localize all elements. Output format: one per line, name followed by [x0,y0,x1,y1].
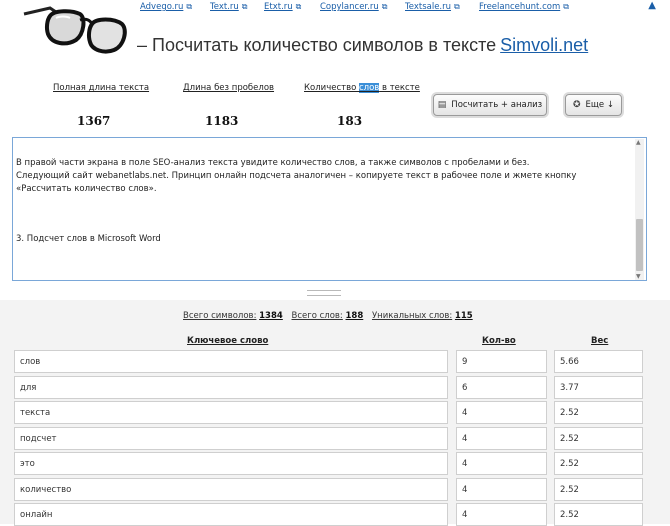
total-words-value: 188 [345,311,364,321]
table-row: это 4 2.52 [0,452,670,475]
count-cell: 4 [456,401,547,424]
keyword-cell: это [14,452,448,475]
table-row: для 6 3.77 [0,376,670,399]
weight-cell: 3.77 [554,376,643,399]
table-row: текста 4 2.52 [0,401,670,424]
count-analyze-button[interactable]: ▤ Посчитать + анализ [433,94,547,116]
stat-total-length-label[interactable]: Полная длина текста [53,83,149,93]
scrollbar-thumb[interactable] [636,219,643,271]
list-icon: ▤ [437,100,447,110]
keyword-cell: для [14,376,448,399]
table-row: количество 4 2.52 [0,478,670,501]
stat-word-count-value: 183 [337,114,363,128]
keyword-cell: слов [14,350,448,373]
header-count[interactable]: Кол-во [482,336,516,346]
link-copylancer[interactable]: Copylancer.ru ⧉ [320,2,387,12]
count-cell: 4 [456,427,547,450]
table-row: онлайн 4 2.52 [0,503,670,526]
editor-line: 3. Подсчет слов в Microsoft Word [16,234,161,245]
summary-line: Всего символов: 1384 Всего слов: 188 Уни… [183,311,473,321]
scroll-up-icon[interactable]: ▲ [636,139,641,146]
external-link-icon: ⧉ [241,2,248,11]
editor-resize-handle[interactable] [307,290,341,296]
link-advego[interactable]: Advego.ru ⧉ [140,2,192,12]
count-cell: 9 [456,350,547,373]
stat-word-count-label[interactable]: Количество слов в тексте [304,83,420,93]
external-link-icon: ⧉ [295,2,302,11]
link-text-ru[interactable]: Text.ru ⧉ [210,2,248,12]
count-cell: 6 [456,376,547,399]
weight-cell: 5.66 [554,350,643,373]
external-link-icon: ⧉ [381,2,388,11]
weight-cell: 2.52 [554,478,643,501]
external-link-icon: ⧉ [454,2,460,11]
count-cell: 4 [456,452,547,475]
link-etxt[interactable]: Etxt.ru ⧉ [264,2,301,12]
stat-no-spaces-value: 1183 [205,114,239,128]
total-chars-value: 1384 [259,311,283,321]
weight-cell: 2.52 [554,401,643,424]
link-textsale[interactable]: Textsale.ru ⧉ [405,2,460,12]
editor-content: В правой части экрана в поле SEO-анализ … [16,157,621,246]
count-cell: 4 [456,478,547,501]
scroll-top-icon[interactable]: ▲ [648,0,656,11]
editor-line: В правой части экрана в поле SEO-анализ … [16,158,530,168]
header-keyword[interactable]: Ключевое слово [187,336,268,346]
editor-line: Следующий сайт webanetlabs.net. Принцип … [16,170,577,194]
link-freelancehunt[interactable]: Freelancehunt.com ⧉ [479,2,569,12]
external-link-icon: ⧉ [186,2,193,11]
glasses-logo [23,6,127,54]
text-input-area[interactable]: В правой части экрана в поле SEO-анализ … [12,137,647,281]
scroll-down-icon[interactable]: ▼ [636,273,641,280]
settings-icon: ✪ [573,100,581,110]
unique-words-value: 115 [454,311,473,321]
seo-analysis-panel: Всего символов: 1384 Всего слов: 188 Уни… [0,300,670,526]
weight-cell: 2.52 [554,427,643,450]
weight-cell: 2.52 [554,503,643,526]
table-row: слов 9 5.66 [0,350,670,373]
keyword-cell: количество [14,478,448,501]
highlighted-word: слов [358,83,380,93]
count-cell: 4 [456,503,547,526]
table-row: подсчет 4 2.52 [0,427,670,450]
page-title: – Посчитать количество символов в тексте… [137,35,589,55]
keyword-cell: текста [14,401,448,424]
stat-total-length-value: 1367 [77,114,111,128]
external-link-icon: ⧉ [563,2,569,11]
keyword-cell: онлайн [14,503,448,526]
more-button[interactable]: ✪ Еще ↓ [565,94,622,116]
header-weight[interactable]: Вес [591,336,608,346]
editor-scrollbar[interactable]: ▲ ▼ [635,139,644,280]
stat-no-spaces-label[interactable]: Длина без пробелов [183,83,274,93]
keyword-cell: подсчет [14,427,448,450]
site-name-link[interactable]: Simvoli.net [500,35,588,55]
weight-cell: 2.52 [554,452,643,475]
